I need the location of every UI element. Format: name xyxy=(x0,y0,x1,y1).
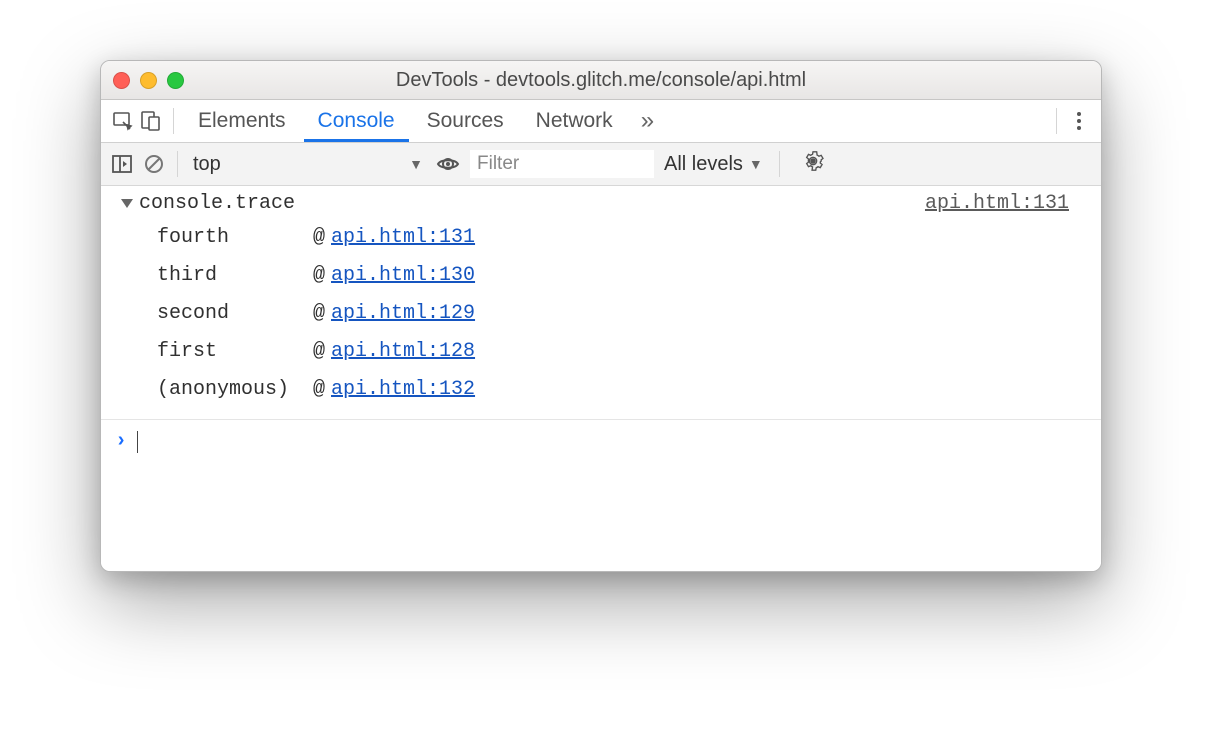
console-prompt[interactable]: › xyxy=(101,419,1101,463)
devtools-tab-strip: Elements Console Sources Network » xyxy=(101,100,1101,143)
trace-label: console.trace xyxy=(139,192,295,215)
tab-label: Sources xyxy=(427,109,504,133)
zoom-window-button[interactable] xyxy=(167,72,184,89)
tab-sources[interactable]: Sources xyxy=(413,100,518,142)
toolbar-divider xyxy=(173,108,174,134)
console-settings-icon[interactable] xyxy=(796,150,830,178)
more-tabs-button[interactable]: » xyxy=(631,107,664,135)
toolbar-divider xyxy=(177,151,178,177)
stack-frame: first @ api.html:128 xyxy=(157,333,1101,371)
inspect-element-icon[interactable] xyxy=(111,109,135,133)
stack-frame-function: second xyxy=(157,295,307,333)
log-levels-label: All levels xyxy=(664,153,743,176)
stack-frame-function: fourth xyxy=(157,219,307,257)
at-symbol: @ xyxy=(313,333,325,371)
stack-frame: second @ api.html:129 xyxy=(157,295,1101,333)
tab-console[interactable]: Console xyxy=(304,100,409,142)
log-levels-selector[interactable]: All levels ▼ xyxy=(664,153,763,176)
at-symbol: @ xyxy=(313,371,325,409)
tab-label: Console xyxy=(318,109,395,133)
stack-frame: third @ api.html:130 xyxy=(157,257,1101,295)
stack-frame-function: first xyxy=(157,333,307,371)
trace-group-header[interactable]: console.trace api.html:131 xyxy=(101,186,1101,219)
execution-context-value: top xyxy=(193,153,221,176)
stack-frame-function: (anonymous) xyxy=(157,371,307,409)
stack-frame-location-link[interactable]: api.html:128 xyxy=(331,333,475,371)
stack-frame: fourth @ api.html:131 xyxy=(157,219,1101,257)
execution-context-selector[interactable]: top ▼ xyxy=(190,151,426,178)
at-symbol: @ xyxy=(313,295,325,333)
at-symbol: @ xyxy=(313,257,325,295)
console-sidebar-toggle-icon[interactable] xyxy=(111,153,133,175)
at-symbol: @ xyxy=(313,219,325,257)
stack-frame: (anonymous) @ api.html:132 xyxy=(157,371,1101,409)
chevron-down-icon: ▼ xyxy=(409,156,423,172)
toolbar-divider xyxy=(779,151,780,177)
tab-label: Elements xyxy=(198,109,286,133)
disclosure-triangle-icon[interactable] xyxy=(121,199,133,208)
stack-trace: fourth @ api.html:131 third @ api.html:1… xyxy=(101,219,1101,409)
stack-frame-location-link[interactable]: api.html:131 xyxy=(331,219,475,257)
chevron-down-icon: ▼ xyxy=(749,156,763,172)
tab-label: Network xyxy=(536,109,613,133)
text-cursor xyxy=(137,431,138,453)
live-expression-icon[interactable] xyxy=(436,152,460,176)
window-traffic-lights xyxy=(113,72,184,89)
devtools-window: DevTools - devtools.glitch.me/console/ap… xyxy=(100,60,1102,572)
stack-frame-function: third xyxy=(157,257,307,295)
toolbar-divider xyxy=(1056,108,1057,134)
tab-elements[interactable]: Elements xyxy=(184,100,300,142)
stack-frame-location-link[interactable]: api.html:129 xyxy=(331,295,475,333)
clear-console-icon[interactable] xyxy=(143,153,165,175)
stack-frame-location-link[interactable]: api.html:130 xyxy=(331,257,475,295)
prompt-caret-icon: › xyxy=(115,430,127,453)
window-titlebar: DevTools - devtools.glitch.me/console/ap… xyxy=(101,61,1101,100)
console-toolbar: top ▼ All levels ▼ xyxy=(101,143,1101,186)
console-output: console.trace api.html:131 fourth @ api.… xyxy=(101,186,1101,571)
minimize-window-button[interactable] xyxy=(140,72,157,89)
console-filter-input[interactable] xyxy=(470,150,654,178)
window-title: DevTools - devtools.glitch.me/console/ap… xyxy=(101,69,1101,92)
toggle-device-toolbar-icon[interactable] xyxy=(139,109,163,133)
trace-source-link[interactable]: api.html:131 xyxy=(925,192,1089,215)
kebab-menu-button[interactable] xyxy=(1067,109,1091,133)
stack-frame-location-link[interactable]: api.html:132 xyxy=(331,371,475,409)
tab-network[interactable]: Network xyxy=(522,100,627,142)
close-window-button[interactable] xyxy=(113,72,130,89)
